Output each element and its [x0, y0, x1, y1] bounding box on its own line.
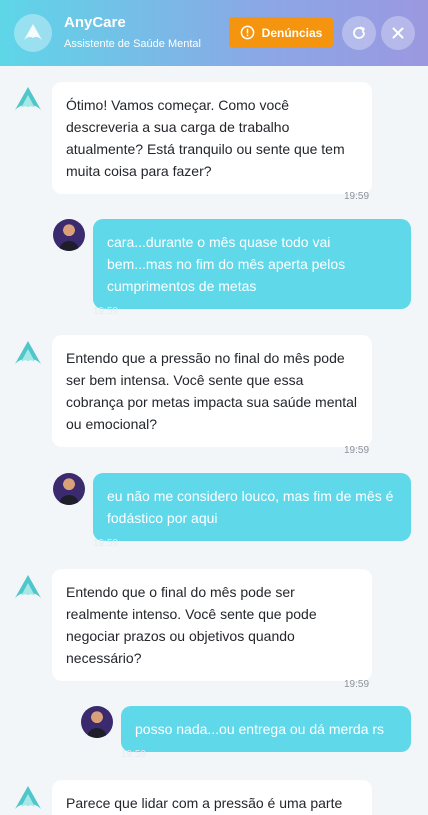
app-subtitle: Assistente de Saúde Mental	[64, 38, 201, 50]
message-time: 19:59	[93, 306, 119, 317]
leaf-icon	[24, 24, 42, 40]
close-icon	[392, 27, 404, 39]
bot-message: Entendo que o final do mês pode ser real…	[52, 569, 372, 681]
user-message: eu não me considero louco, mas fim de mê…	[93, 473, 411, 541]
bot-avatar-icon	[15, 341, 41, 364]
user-message: cara...durante o mês quase todo vai bem.…	[93, 219, 411, 309]
bot-avatar-icon	[15, 575, 41, 598]
message-time: 19:59	[344, 679, 370, 690]
report-button[interactable]: Denúncias	[229, 17, 333, 48]
close-button[interactable]	[381, 16, 415, 50]
bot-avatar-icon	[15, 87, 41, 110]
user-message: posso nada...ou entrega ou dá merda rs	[121, 706, 411, 752]
app-logo	[14, 14, 52, 52]
message-time: 19:59	[93, 538, 119, 549]
message-time: 19:59	[344, 445, 370, 456]
user-avatar	[53, 219, 85, 251]
refresh-button[interactable]	[342, 16, 376, 50]
user-avatar	[53, 473, 85, 505]
report-button-label: Denúncias	[261, 25, 323, 40]
bot-message: Parece que lidar com a pressão é uma par…	[52, 780, 372, 815]
alert-circle-icon	[240, 25, 254, 40]
chat-messages[interactable]: Ótimo! Vamos começar. Como você descreve…	[0, 66, 428, 815]
message-time: 19:59	[344, 191, 370, 202]
chat-header: AnyCare Assistente de Saúde Mental Denún…	[0, 0, 428, 66]
bot-message: Ótimo! Vamos começar. Como você descreve…	[52, 82, 372, 194]
bot-message: Entendo que a pressão no final do mês po…	[52, 335, 372, 447]
app-title: AnyCare	[64, 14, 126, 31]
user-avatar	[81, 706, 113, 738]
refresh-icon	[353, 26, 365, 39]
message-time: 19:59	[121, 749, 147, 760]
bot-avatar-icon	[15, 786, 41, 809]
